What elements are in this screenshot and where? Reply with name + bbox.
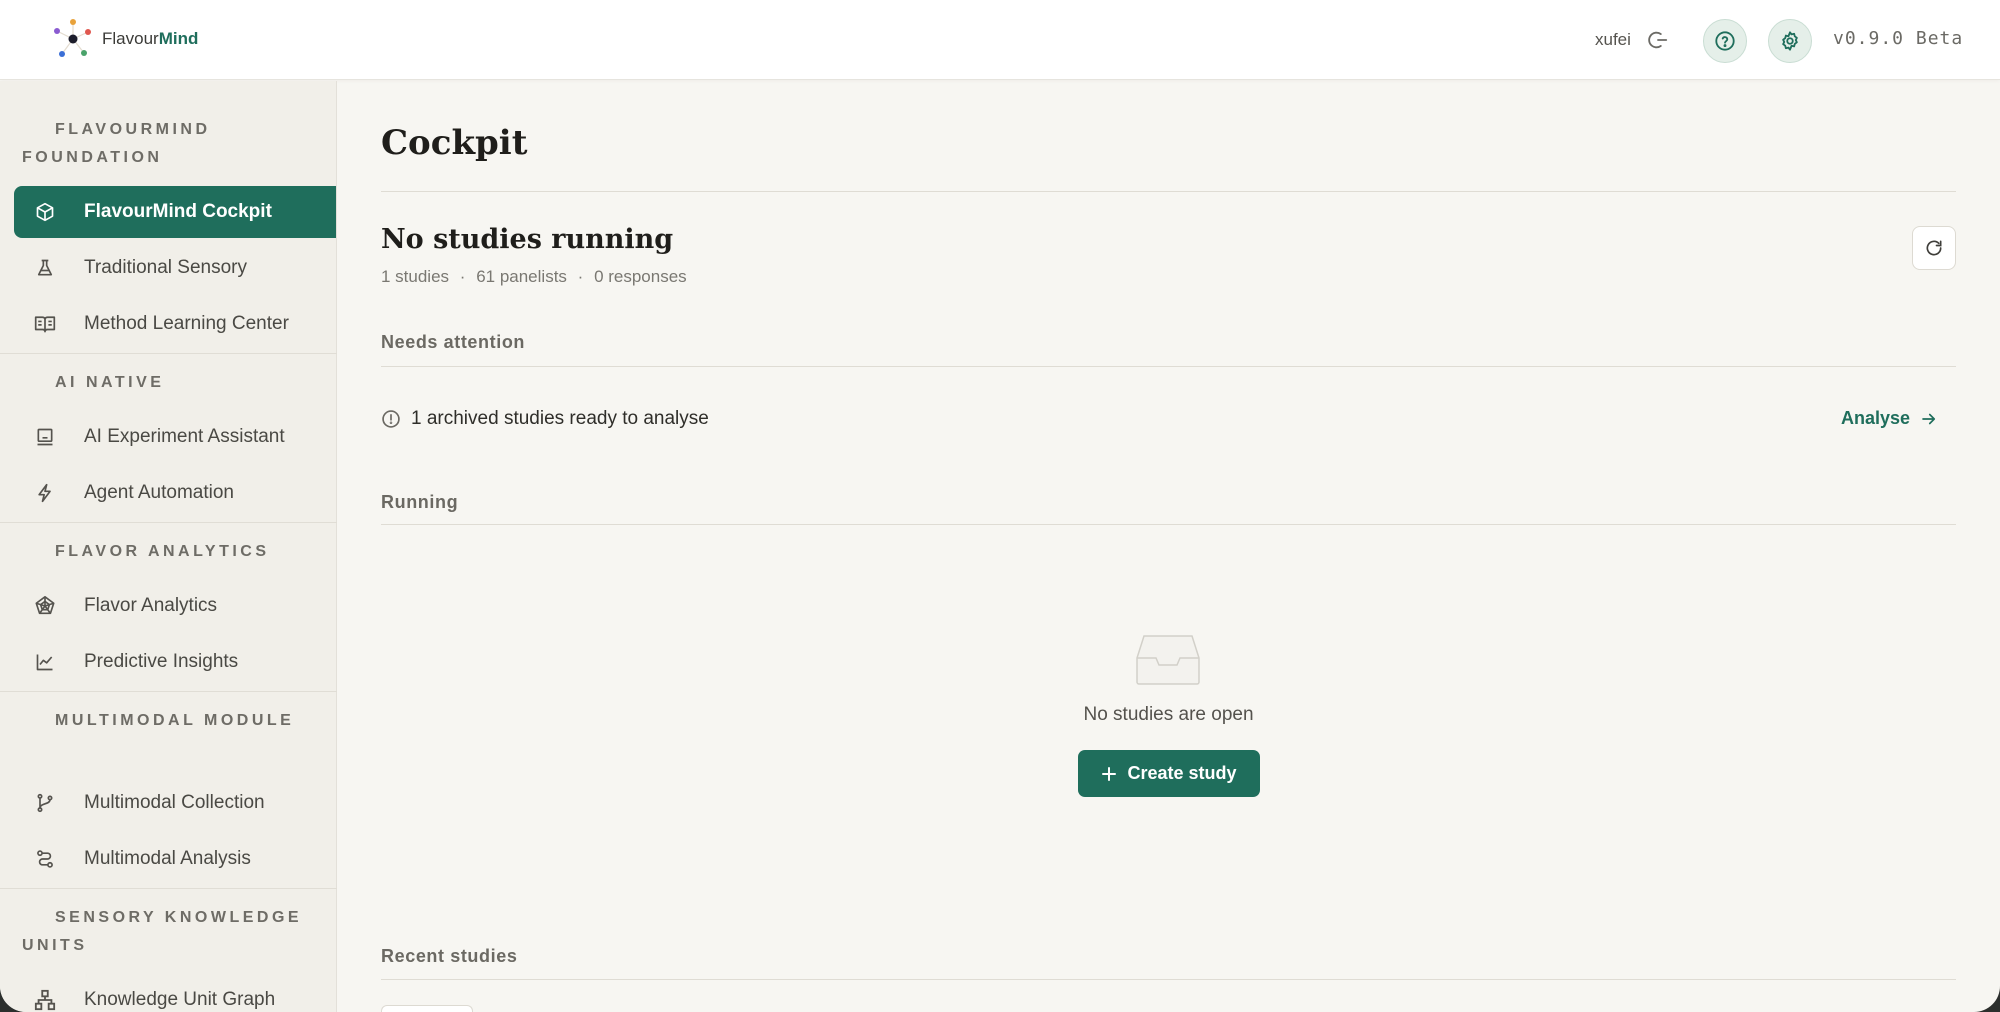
sidebar-item-predictive-insights[interactable]: Predictive Insights [14,636,336,688]
section-divider [381,979,1956,980]
help-button[interactable] [1703,19,1747,63]
logo-text: FlavourMind [102,29,199,48]
sidebar-item-label: Multimodal Collection [84,792,265,813]
sidebar-item-label: Predictive Insights [84,651,239,672]
recent-studies-heading: Recent studies [381,946,518,966]
flask-icon [34,257,56,279]
version-label: v0.9.0 Beta [1833,28,1964,49]
settings-button[interactable] [1768,19,1812,63]
arrow-right-icon [1922,413,1936,424]
sidebar-item-label: Method Learning Center [84,313,289,334]
sidebar-group-title: FLAVOURMIND FOUNDATION [22,121,211,166]
cube-icon [34,201,56,223]
stat-studies: 1 studies [381,267,450,286]
sidebar-item-flavor-analytics[interactable]: Flavor Analytics [14,580,336,632]
sidebar-divider [0,691,337,692]
route-icon [34,848,56,870]
refresh-button[interactable] [1912,226,1956,270]
sidebar-item-label: Agent Automation [84,482,234,503]
sidebar-group-title: SENSORY KNOWLEDGE UNITS [22,909,303,954]
attention-text: 1 archived studies ready to analyse [411,408,709,429]
radar-icon [34,595,56,617]
help-icon [1715,31,1735,51]
branch-icon [34,792,56,814]
page-title: Cockpit [381,123,528,163]
lightning-icon [34,482,56,504]
sidebar-item-traditional-sensory[interactable]: Traditional Sensory [14,242,336,294]
study-stats: 1 studies · 61 panelists · 0 responses [381,267,687,287]
create-study-button[interactable]: Create study [1078,750,1260,797]
sidebar-item-multimodal-collection[interactable]: Multimodal Collection [14,777,336,829]
sidebar-item-label: Knowledge Unit Graph [84,989,276,1010]
alert-circle-icon [382,410,400,428]
sidebar-item-method-learning-center[interactable]: Method Learning Center [14,298,336,350]
needs-attention-heading: Needs attention [381,332,526,352]
title-divider [381,191,1956,192]
user-name: xufei [1595,30,1631,49]
book-icon [34,313,56,335]
status-title: No studies running [381,224,674,255]
attention-item: 1 archived studies ready to analyse Anal… [381,404,1956,434]
analyse-link[interactable]: Analyse [1841,408,1938,429]
inbox-icon [1136,635,1200,685]
create-study-label: Create study [1127,763,1237,783]
stat-separator: · [577,267,584,286]
logo-icon [54,19,91,57]
empty-state-text: No studies are open [1083,704,1254,725]
sidebar-item-label: Traditional Sensory [84,257,247,278]
recent-study-card[interactable] [381,1005,473,1012]
sidebar-item-multimodal-analysis[interactable]: Multimodal Analysis [14,833,336,885]
stat-separator: · [459,267,466,286]
stat-responses: 0 responses [594,267,687,286]
sidebar-item-label: Multimodal Analysis [84,848,251,869]
sidebar-item-agent-automation[interactable]: Agent Automation [14,467,336,519]
robot-icon [34,426,56,448]
sidebar-item-label: FlavourMind Cockpit [84,201,272,222]
refresh-icon [1926,240,1942,256]
app-window: FlavourMind xufei v0.9.0 Beta FLAVOURMIN… [0,0,2000,1012]
sidebar-item-label: AI Experiment Assistant [84,426,285,447]
stat-panelists: 61 panelists [476,267,567,286]
sidebar-group-title: AI NATIVE [55,374,165,391]
settings-icon [1782,31,1798,51]
top-header: FlavourMind xufei v0.9.0 Beta [0,0,2000,80]
sidebar-item-label: Flavor Analytics [84,595,218,616]
logout-icon[interactable] [1647,29,1669,51]
plus-icon [1102,766,1117,781]
line-chart-icon [34,651,56,673]
sidebar-item-flavourmind-cockpit[interactable]: FlavourMind Cockpit [14,186,336,238]
sidebar-divider [0,888,337,889]
analyse-label: Analyse [1840,408,1910,428]
sidebar-item-ai-experiment-assistant[interactable]: AI Experiment Assistant [14,411,336,463]
sidebar-group-title: FLAVOR ANALYTICS [55,543,270,560]
sidebar-divider [0,353,337,354]
sidebar-divider [0,522,337,523]
logo[interactable]: FlavourMind [52,18,198,60]
section-divider [381,366,1956,367]
running-heading: Running [381,492,459,512]
sidebar-item-knowledge-unit-graph[interactable]: Knowledge Unit Graph [14,974,336,1012]
sidebar: FLAVOURMIND FOUNDATION FlavourMind Cockp… [0,81,337,1012]
sidebar-group-title: MULTIMODAL MODULE [55,712,295,729]
section-divider [381,524,1956,525]
network-icon [34,989,56,1011]
